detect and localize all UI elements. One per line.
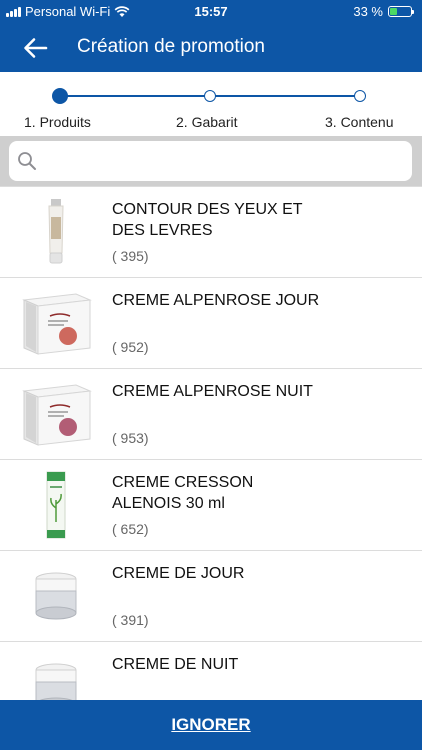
search-icon (18, 152, 36, 170)
product-thumbnail (48, 199, 64, 264)
product-name: CREME DE NUIT (112, 656, 239, 673)
product-thumbnail (46, 471, 66, 539)
step-3-dot[interactable] (354, 90, 366, 102)
product-name: CREME ALPENROSE JOUR (112, 292, 320, 309)
back-button[interactable] (22, 34, 52, 62)
step-3-label[interactable]: 3. Contenu (325, 114, 394, 130)
product-thumbnail (22, 384, 92, 446)
product-row[interactable]: CONTOUR DES YEUX ET DES LEVRES ( 395) (0, 186, 422, 276)
product-count: ( 952) (112, 339, 149, 355)
step-2-dot[interactable] (204, 90, 216, 102)
search-bar (0, 136, 422, 186)
step-1-dot[interactable] (52, 88, 68, 104)
product-name: CREME ALPENROSE NUIT (112, 383, 313, 400)
bottom-bar: IGNORER (0, 700, 422, 750)
product-name: CREME DE JOUR (112, 565, 245, 582)
product-name: CREME CRESSON ALENOIS 30 ml (112, 474, 254, 512)
product-count: ( 953) (112, 430, 149, 446)
stepper-line-1 (60, 95, 210, 97)
product-thumbnail (35, 572, 77, 620)
product-thumbnail (22, 293, 92, 355)
product-row[interactable]: CREME DE NUIT (0, 641, 422, 700)
search-box[interactable] (9, 141, 412, 181)
product-row[interactable]: CREME DE JOUR ( 391) (0, 550, 422, 640)
battery-icon (388, 6, 414, 17)
status-right: 33 % (353, 4, 414, 19)
product-count: ( 395) (112, 248, 149, 264)
product-list: CONTOUR DES YEUX ET DES LEVRES ( 395) CR… (0, 186, 422, 700)
battery-percent: 33 % (353, 4, 383, 19)
search-input[interactable] (45, 149, 400, 173)
product-name: CONTOUR DES YEUX ET DES LEVRES (112, 201, 303, 239)
status-bar: Personal Wi-Fi 15:57 33 % (0, 0, 422, 24)
ignore-button[interactable]: IGNORER (0, 715, 422, 735)
app-bar: Création de promotion (0, 24, 422, 72)
product-count: ( 652) (112, 521, 149, 537)
step-2-label[interactable]: 2. Gabarit (176, 114, 237, 130)
product-row[interactable]: CREME ALPENROSE JOUR ( 952) (0, 277, 422, 367)
arrow-left-icon (24, 38, 48, 58)
stepper: 1. Produits 2. Gabarit 3. Contenu (0, 72, 422, 136)
product-row[interactable]: CREME CRESSON ALENOIS 30 ml ( 652) (0, 459, 422, 549)
product-thumbnail (35, 663, 77, 700)
stepper-line-2 (210, 95, 360, 97)
product-row[interactable]: CREME ALPENROSE NUIT ( 953) (0, 368, 422, 458)
battery-fill (390, 8, 397, 15)
step-1-label[interactable]: 1. Produits (24, 114, 91, 130)
product-count: ( 391) (112, 612, 149, 628)
page-title: Création de promotion (77, 36, 265, 57)
